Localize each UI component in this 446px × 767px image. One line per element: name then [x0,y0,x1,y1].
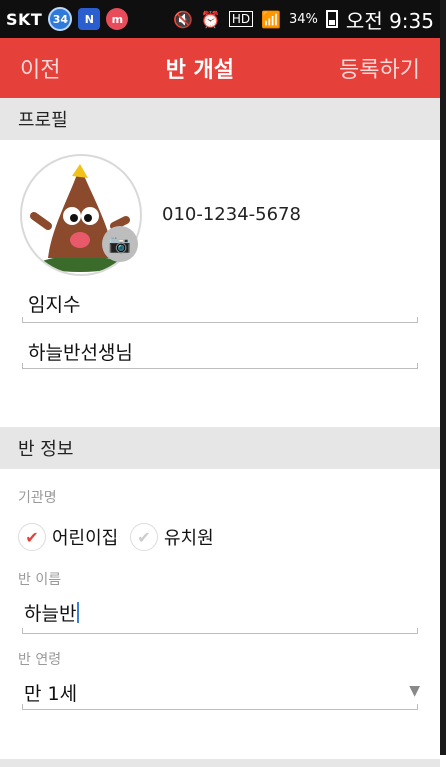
age-underline [22,704,418,710]
register-button[interactable]: 등록하기 [339,52,420,84]
kindergarten-label: 유치원 [164,528,214,549]
page-title: 반 개설 [165,58,234,83]
class-info-section-header: 반 정보 [0,427,440,469]
mute-icon: 🔇 [172,9,193,29]
status-bar: SKT 34 N m 🔇 ⏰ HD 📶 34% 오전 9:35 [0,0,440,38]
alarm-icon: ⏰ [200,9,221,29]
institution-label: 기관명 [18,490,57,506]
dropdown-arrow-icon[interactable]: ▼ [409,683,420,699]
carrier-label: SKT [6,9,43,29]
class-name-value: 하늘반 [24,603,77,625]
role-field[interactable]: 하늘반선생님 [22,338,418,365]
age-label: 반 연령 [18,652,62,668]
kindergarten-option[interactable]: ✔ 유치원 [130,523,214,551]
top-app-bar: 이전 반 개설 등록하기 [0,38,440,98]
battery-percent: 34% [289,11,318,27]
role-underline [22,363,418,369]
notification-34-icon: 34 [48,7,73,31]
unchecked-icon: ✔ [130,523,158,551]
camera-icon[interactable]: 📷 [102,226,138,262]
back-button[interactable]: 이전 [20,52,60,84]
age-select[interactable]: 만 1세 [18,679,418,706]
battery-icon [325,10,338,28]
status-right: 🔇 ⏰ HD 📶 34% 오전 9:35 [173,5,434,34]
name-field[interactable]: 임지수 [22,290,418,317]
wifi-icon: 📶 [261,9,282,29]
class-name-underline [22,628,418,634]
daycare-option[interactable]: ✔ 어린이집 [18,523,118,551]
profile-section-header: 프로필 [0,98,440,140]
profile-area: 📷 010-1234-5678 임지수 하늘반선생님 [0,140,440,375]
app-frame: SKT 34 N m 🔇 ⏰ HD 📶 34% 오전 9:35 이전 반 개설 … [0,0,446,767]
clock: 오전 9:35 [345,8,434,33]
messenger-app-icon: m [106,8,129,30]
hd-voice-icon: HD [228,11,254,27]
checked-icon: ✔ [18,523,46,551]
text-cursor [77,602,80,623]
class-name-label: 반 이름 [18,572,62,588]
spacer [0,375,440,427]
naver-app-icon: N [78,8,101,30]
daycare-label: 어린이집 [52,528,119,549]
name-underline [22,317,418,323]
class-info-area: 기관명 ✔ 어린이집 ✔ 유치원 반 이름 하늘반 반 연령 만 1세 ▼ [0,469,440,759]
bottom-divider [0,759,440,767]
phone-number: 010-1234-5678 [162,204,301,225]
class-name-input[interactable]: 하늘반 [18,599,418,626]
